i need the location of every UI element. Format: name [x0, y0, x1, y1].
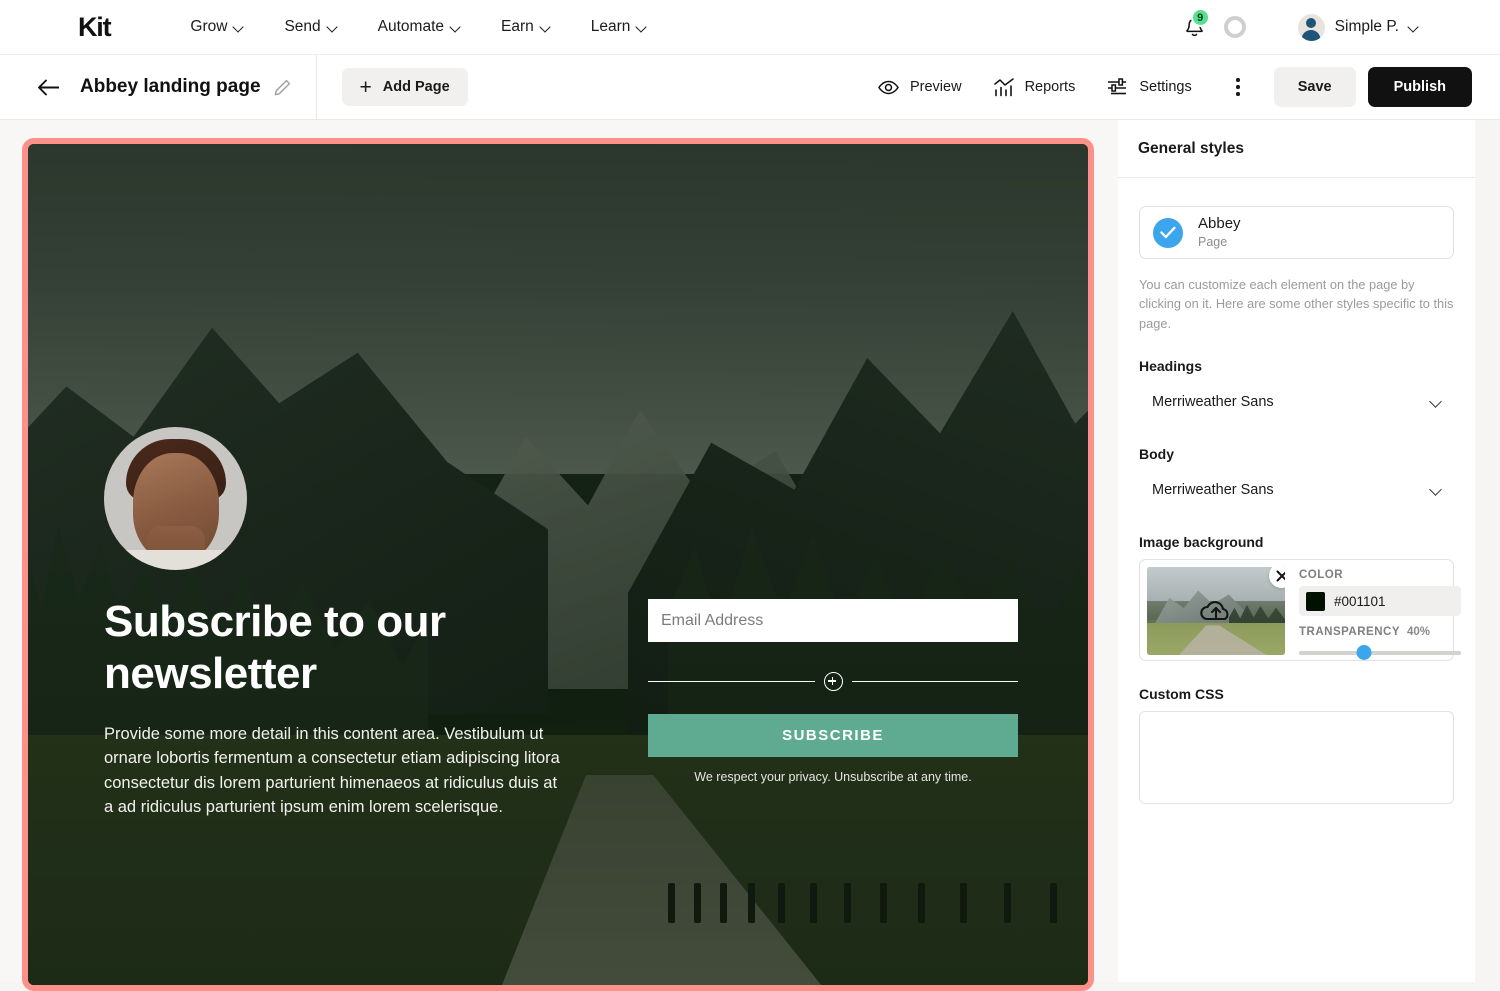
editor-toolbar: Abbey landing page + Add Page Preview Re…	[0, 54, 1500, 120]
thumb-sky	[1147, 567, 1285, 602]
panel-body: Abbey Page You can customize each elemen…	[1118, 178, 1475, 809]
add-field-divider[interactable]	[648, 672, 1018, 691]
chevron-down-icon	[541, 23, 550, 32]
divider-line-left	[648, 680, 815, 683]
add-page-label: Add Page	[382, 79, 450, 95]
background-image-thumbnail[interactable]	[1147, 567, 1285, 656]
nav-label: Send	[284, 18, 321, 35]
user-menu[interactable]: Simple P.	[1297, 13, 1418, 41]
image-background-label: Image background	[1139, 534, 1264, 551]
color-hex-value: #001101	[1334, 593, 1386, 609]
main-menu: Grow Send Automate Earn Learn	[190, 18, 646, 36]
color-swatch	[1306, 591, 1325, 611]
chevron-down-icon	[1409, 23, 1418, 32]
nav-item-send[interactable]: Send	[284, 18, 336, 36]
user-avatar-icon	[1297, 13, 1325, 41]
chevron-down-icon	[328, 23, 337, 32]
color-label: COLOR	[1299, 569, 1344, 582]
notification-badge: 9	[1190, 8, 1210, 27]
sliders-icon	[1108, 77, 1127, 94]
nav-item-automate[interactable]: Automate	[378, 18, 460, 36]
hero-body-text[interactable]: Provide some more detail in this content…	[104, 722, 564, 820]
panel-title: General styles	[1118, 120, 1475, 178]
progress-ring-icon[interactable]	[1223, 16, 1246, 38]
upload-cloud-icon[interactable]	[1198, 597, 1234, 625]
pencil-icon[interactable]	[274, 79, 291, 96]
headings-font-value: Merriweather Sans	[1152, 394, 1274, 411]
subscribe-form: SUBSCRIBE We respect your privacy. Unsub…	[648, 599, 1018, 784]
avatar-shoulder	[110, 550, 241, 570]
body-label: Body	[1139, 446, 1174, 463]
eye-icon	[878, 80, 899, 94]
image-background-control: COLOR #001101 TRANSPARENCY 40%	[1139, 559, 1461, 662]
page-card-text: Abbey Page	[1198, 215, 1241, 250]
body-font-value: Merriweather Sans	[1152, 482, 1274, 499]
chevron-down-icon	[234, 23, 243, 32]
reports-label: Reports	[1024, 79, 1076, 95]
headings-font-select[interactable]: Merriweather Sans	[1139, 383, 1454, 421]
plus-icon: +	[359, 75, 372, 99]
transparency-slider[interactable]	[1299, 645, 1461, 661]
body-font-select[interactable]: Merriweather Sans	[1139, 471, 1454, 509]
selected-page-card[interactable]: Abbey Page	[1139, 206, 1454, 259]
transparency-label: TRANSPARENCY	[1299, 626, 1400, 639]
nav-label: Earn	[501, 18, 534, 35]
add-page-button[interactable]: + Add Page	[341, 68, 468, 106]
headings-label: Headings	[1139, 358, 1203, 375]
transparency-value: 40%	[1407, 626, 1431, 639]
portrait-avatar-icon[interactable]	[104, 427, 247, 570]
custom-css-textarea[interactable]	[1139, 711, 1454, 805]
chevron-down-icon	[637, 23, 646, 32]
settings-label: Settings	[1139, 79, 1192, 95]
background-color-controls: COLOR #001101 TRANSPARENCY 40%	[1299, 567, 1461, 661]
toolbar-actions: Preview Reports Settings Save Publish	[846, 67, 1500, 107]
slider-track	[1299, 651, 1461, 656]
selected-page-frame[interactable]: Subscribe to our newsletter Provide some…	[22, 138, 1094, 991]
hero-content: Subscribe to our newsletter Provide some…	[28, 144, 1088, 985]
page-card-name: Abbey	[1198, 215, 1241, 232]
bar-chart-icon	[993, 77, 1014, 96]
slider-thumb[interactable]	[1356, 645, 1372, 661]
nav-item-learn[interactable]: Learn	[591, 18, 647, 36]
kit-logo[interactable]: Kit	[78, 12, 112, 43]
page-card-type: Page	[1198, 234, 1228, 249]
subscribe-button[interactable]: SUBSCRIBE	[648, 714, 1018, 757]
preview-button[interactable]: Preview	[878, 79, 962, 95]
back-arrow-icon[interactable]	[36, 75, 60, 99]
nav-label: Grow	[190, 18, 228, 35]
settings-button[interactable]: Settings	[1107, 77, 1192, 97]
nav-label: Learn	[590, 18, 631, 35]
transparency-row: TRANSPARENCY 40%	[1299, 626, 1461, 638]
top-navigation-bar: Kit Grow Send Automate Earn Learn 9 Simp…	[0, 0, 1500, 55]
chevron-down-icon	[1431, 397, 1441, 407]
canvas-area: Subscribe to our newsletter Provide some…	[0, 120, 1118, 991]
panel-hint-text: You can customize each element on the pa…	[1139, 277, 1454, 331]
nav-label: Automate	[377, 18, 445, 35]
publish-button[interactable]: Publish	[1367, 67, 1472, 107]
color-picker[interactable]: #001101	[1299, 586, 1461, 617]
divider-line-right	[851, 680, 1018, 683]
hero-heading[interactable]: Subscribe to our newsletter	[104, 596, 624, 700]
notifications-button[interactable]: 9	[1178, 8, 1212, 44]
save-button[interactable]: Save	[1273, 67, 1356, 107]
styles-panel: General styles Abbey Page You can custom…	[1118, 120, 1475, 982]
user-name: Simple P.	[1334, 18, 1399, 35]
toolbar-divider	[315, 54, 317, 120]
nav-item-earn[interactable]: Earn	[501, 18, 550, 36]
reports-button[interactable]: Reports	[993, 77, 1076, 97]
email-input[interactable]	[648, 599, 1018, 642]
custom-css-label: Custom CSS	[1139, 686, 1224, 703]
page-title: Abbey landing page	[80, 76, 261, 97]
chevron-down-icon	[451, 23, 460, 32]
privacy-text: We respect your privacy. Unsubscribe at …	[694, 770, 972, 784]
check-circle-icon	[1153, 217, 1183, 248]
nav-item-grow[interactable]: Grow	[190, 18, 243, 36]
plus-circle-icon[interactable]	[823, 672, 843, 691]
preview-label: Preview	[909, 79, 962, 95]
kebab-menu-icon[interactable]	[1226, 73, 1250, 101]
chevron-down-icon	[1431, 485, 1441, 495]
nav-right-cluster: 9 Simple P.	[1178, 8, 1500, 44]
